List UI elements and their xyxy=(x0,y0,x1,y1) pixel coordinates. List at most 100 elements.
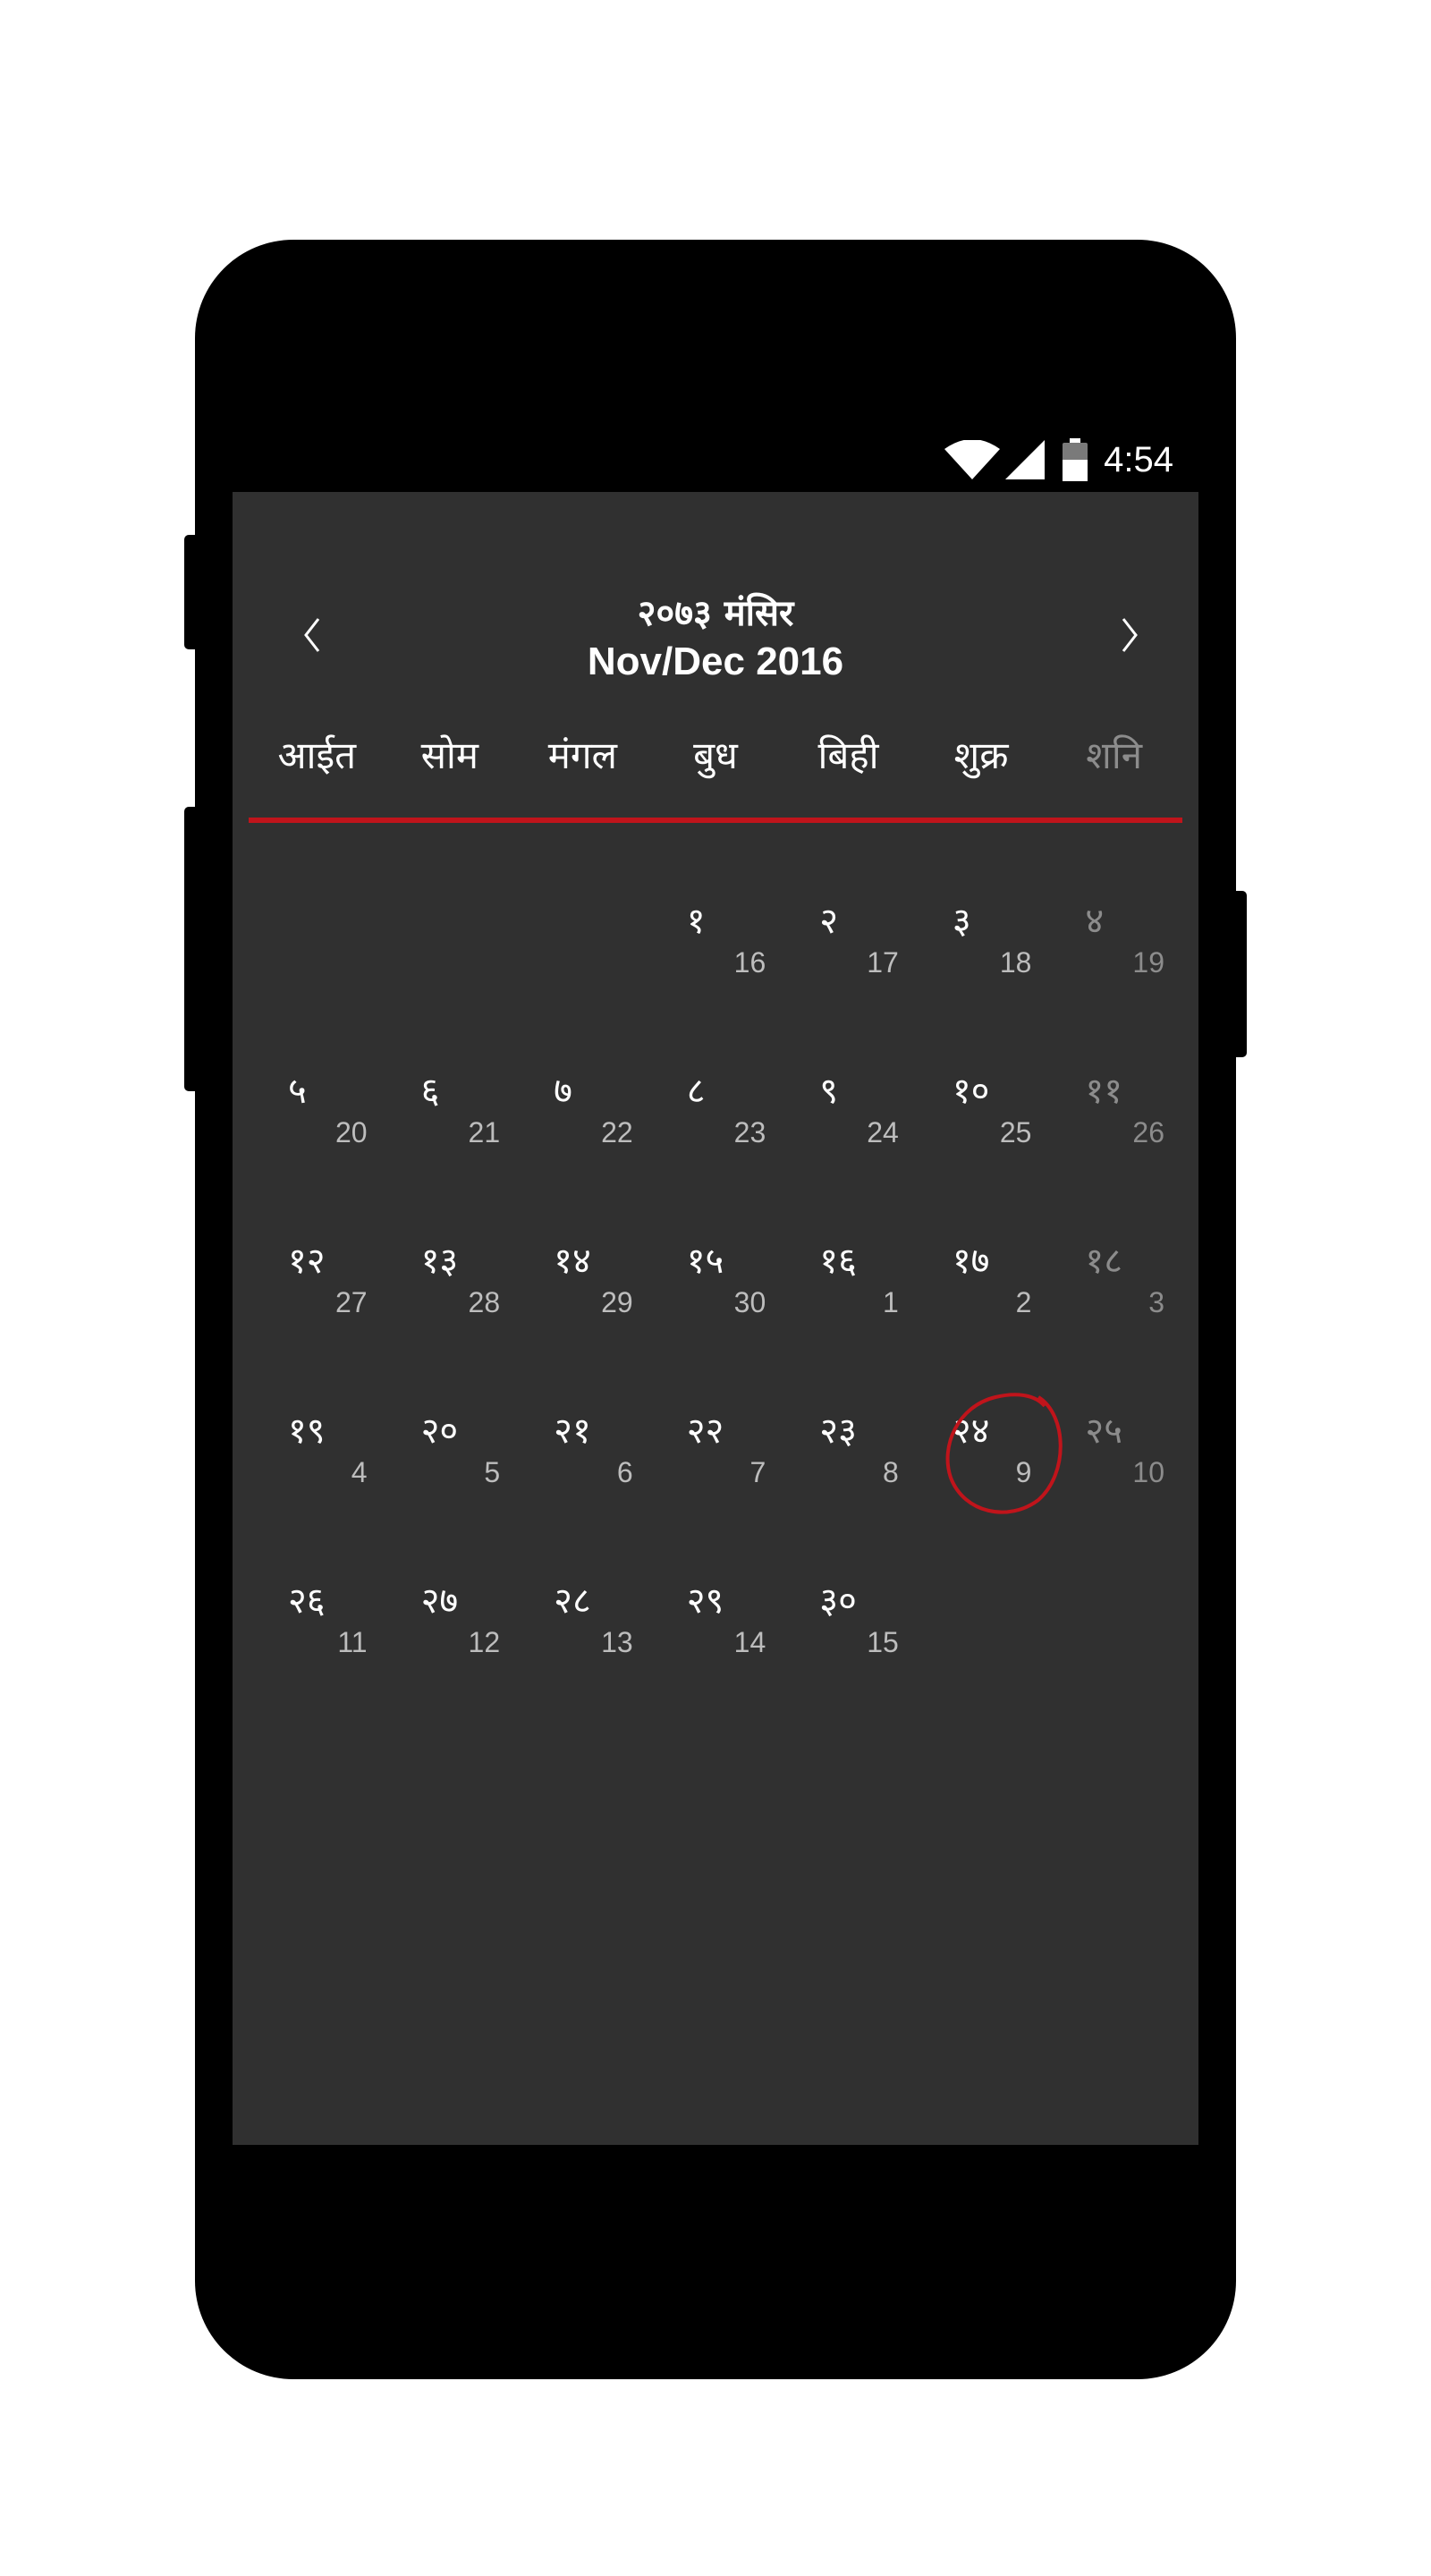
calendar-day-cell[interactable]: १८ 3 xyxy=(1047,1199,1181,1368)
day-number-english: 4 xyxy=(351,1456,368,1488)
day-number-english: 6 xyxy=(616,1456,633,1488)
day-number-nepali: २४ xyxy=(952,1411,990,1452)
day-number-english: 29 xyxy=(601,1286,633,1318)
day-number-nepali: १८ xyxy=(1085,1241,1123,1282)
calendar-day-cell[interactable]: २२ 7 xyxy=(649,1368,783,1538)
calendar-day-cell[interactable]: १ 16 xyxy=(649,859,783,1029)
calendar-screen: २०७३ मंसिर Nov/Dec 2016 आईत सोम मंगल बुध… xyxy=(233,492,1198,2145)
day-number-nepali: २२ xyxy=(686,1411,724,1452)
day-number-english: 20 xyxy=(334,1116,368,1148)
day-number-english: 14 xyxy=(733,1626,766,1658)
day-number-nepali: २१ xyxy=(554,1411,591,1452)
calendar-day-cell[interactable]: १० 25 xyxy=(915,1029,1048,1199)
day-number-nepali: ६ xyxy=(420,1071,440,1112)
calendar-day-cell[interactable]: २९ 14 xyxy=(649,1538,783,1708)
day-number-nepali: २९ xyxy=(686,1580,724,1622)
chevron-right-icon xyxy=(1122,618,1138,652)
day-number-nepali: २८ xyxy=(554,1580,591,1622)
day-number-nepali: २३ xyxy=(819,1411,857,1452)
calendar-day-cell[interactable]: १३ 28 xyxy=(384,1199,517,1368)
calendar-day-cell[interactable]: १२ 27 xyxy=(250,1199,384,1368)
day-number-english: 16 xyxy=(733,946,766,979)
day-number-nepali: ५ xyxy=(288,1071,307,1112)
weekday-tuesday: मंगल xyxy=(547,733,618,777)
calendar-day-cell[interactable]: ४ 19 xyxy=(1047,859,1181,1029)
calendar-day-cell[interactable]: २५ 10 xyxy=(1047,1368,1181,1538)
weekday-wednesday: बुध xyxy=(693,733,738,777)
volume-up-button xyxy=(184,535,199,649)
day-number-nepali: १२ xyxy=(288,1241,326,1282)
calendar-day-cell[interactable]: २० 5 xyxy=(384,1368,517,1538)
calendar-day-cell[interactable]: ३ 18 xyxy=(915,859,1048,1029)
previous-month-button[interactable] xyxy=(277,599,349,671)
calendar-day-cell[interactable]: १७ 2 xyxy=(915,1199,1048,1368)
chevron-left-icon xyxy=(304,618,320,652)
month-title: २०७३ मंसिर Nov/Dec 2016 xyxy=(447,590,984,687)
calendar-day-cell[interactable]: ११ 26 xyxy=(1047,1029,1181,1199)
day-number-nepali: २ xyxy=(819,901,839,942)
day-number-english: 11 xyxy=(337,1626,368,1658)
calendar-day-cell[interactable]: ८ 23 xyxy=(649,1029,783,1199)
weekday-header: आईत सोम मंगल बुध बिही शुक्र शनि xyxy=(250,729,1181,780)
day-number-english: 5 xyxy=(484,1456,501,1488)
status-bar: 4:54 xyxy=(233,426,1198,492)
calendar-day-cell-today[interactable]: २४ 9 xyxy=(915,1368,1063,1538)
calendar-day-cell[interactable]: ७ 22 xyxy=(516,1029,649,1199)
day-number-nepali: ७ xyxy=(554,1071,572,1112)
month-title-nepali: २०७३ मंसिर xyxy=(637,593,794,634)
calendar-day-cell[interactable]: २३ 8 xyxy=(782,1368,915,1538)
day-number-nepali: ९ xyxy=(819,1071,839,1112)
day-number-english: 17 xyxy=(867,946,899,979)
weekday-thursday: बिही xyxy=(817,733,879,777)
battery-icon xyxy=(1063,438,1088,481)
day-number-nepali: १३ xyxy=(420,1241,459,1282)
weekday-saturday: शनि xyxy=(1086,733,1143,777)
day-number-nepali: १९ xyxy=(288,1411,326,1452)
volume-down-button xyxy=(184,807,199,1091)
day-number-nepali: १० xyxy=(952,1071,990,1112)
weekday-monday: सोम xyxy=(420,733,479,777)
calendar-day-cell[interactable]: २६ 11 xyxy=(250,1538,384,1708)
day-number-english: 18 xyxy=(999,946,1032,979)
day-number-english: 8 xyxy=(883,1456,899,1488)
calendar-day-cell[interactable]: ३० 15 xyxy=(782,1538,915,1708)
day-number-nepali: १६ xyxy=(819,1241,857,1282)
month-title-english: Nov/Dec 2016 xyxy=(587,640,844,683)
calendar-day-cell[interactable]: २ 17 xyxy=(782,859,915,1029)
day-number-english: 19 xyxy=(1132,946,1164,979)
day-number-nepali: २७ xyxy=(420,1580,459,1622)
day-number-english: 23 xyxy=(733,1116,766,1148)
day-number-english: 24 xyxy=(867,1116,899,1148)
day-number-english: 13 xyxy=(601,1626,633,1658)
calendar-day-cell[interactable]: १५ 30 xyxy=(649,1199,783,1368)
calendar-day-cell[interactable]: ५ 20 xyxy=(250,1029,384,1199)
day-number-nepali: १४ xyxy=(554,1241,591,1282)
day-number-nepali: १ xyxy=(686,901,706,942)
day-number-nepali: ३ xyxy=(952,901,971,942)
day-number-english: 15 xyxy=(867,1626,899,1658)
calendar-day-cell[interactable]: १४ 29 xyxy=(516,1199,649,1368)
calendar-day-cell[interactable]: २७ 12 xyxy=(384,1538,517,1708)
calendar-day-cell[interactable]: ९ 24 xyxy=(782,1029,915,1199)
day-number-english: 2 xyxy=(1015,1286,1032,1318)
status-icons: 4:54 xyxy=(944,438,1173,481)
status-time: 4:54 xyxy=(1104,439,1173,479)
day-number-english: 21 xyxy=(468,1116,501,1148)
calendar-day-cell[interactable]: २१ 6 xyxy=(516,1368,649,1538)
day-number-nepali: १७ xyxy=(952,1241,990,1282)
calendar-day-cell[interactable]: १६ 1 xyxy=(782,1199,915,1368)
calendar-day-cell[interactable]: २८ 13 xyxy=(516,1538,649,1708)
day-number-english: 22 xyxy=(601,1116,633,1148)
day-number-english: 12 xyxy=(468,1626,501,1658)
calendar-day-cell[interactable]: १९ 4 xyxy=(250,1368,384,1538)
day-number-nepali: ११ xyxy=(1085,1071,1123,1112)
day-number-english: 27 xyxy=(334,1286,368,1318)
day-number-nepali: १५ xyxy=(686,1241,724,1282)
day-number-english: 30 xyxy=(733,1286,766,1318)
calendar-day-cell[interactable]: ६ 21 xyxy=(384,1029,517,1199)
weekday-sunday: आईत xyxy=(277,733,357,777)
day-number-nepali: २० xyxy=(420,1411,459,1452)
next-month-button[interactable] xyxy=(1093,599,1164,671)
day-number-english: 28 xyxy=(468,1286,501,1318)
day-number-nepali: ४ xyxy=(1085,901,1105,942)
